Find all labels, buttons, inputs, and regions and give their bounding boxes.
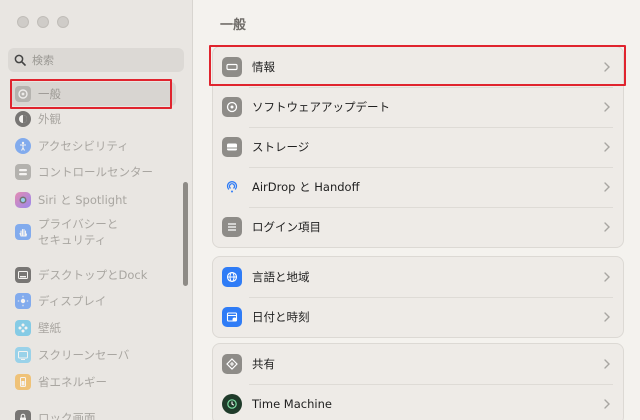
accessibility-icon	[15, 138, 31, 154]
sidebar-item-accessibility[interactable]: アクセシビリティ	[10, 134, 176, 158]
sidebar-item-label: デスクトップとDock	[38, 268, 148, 282]
minimize-window-button[interactable]	[37, 16, 49, 28]
row-storage[interactable]: ストレージ	[213, 127, 623, 167]
sharing-icon	[222, 354, 242, 374]
window-controls	[17, 16, 69, 28]
sidebar-item-screensaver[interactable]: スクリーンセーバ	[10, 343, 176, 367]
row-sharing[interactable]: 共有	[213, 344, 623, 384]
lock-icon	[15, 410, 31, 420]
row-label: ストレージ	[252, 140, 310, 154]
chevron-right-icon	[604, 182, 610, 192]
row-airdrop-handoff[interactable]: AirDrop と Handoff	[213, 167, 623, 207]
chevron-right-icon	[604, 312, 610, 322]
about-icon	[222, 57, 242, 77]
sidebar-item-lock-screen[interactable]: ロック画面	[10, 406, 176, 420]
calendar-clock-icon	[222, 307, 242, 327]
row-label: 言語と地域	[252, 270, 310, 284]
sidebar-item-control-center[interactable]: コントロールセンター	[10, 160, 176, 184]
sidebar-item-siri-spotlight[interactable]: Siri と Spotlight	[10, 188, 176, 212]
sidebar-item-wallpaper[interactable]: 壁紙	[10, 316, 176, 340]
sidebar-item-label: ロック画面	[38, 411, 96, 420]
settings-group-sharing: 共有 Time Machine	[212, 343, 624, 420]
siri-icon	[15, 192, 31, 208]
row-login-items[interactable]: ログイン項目	[213, 207, 623, 247]
sidebar-item-label: アクセシビリティ	[38, 139, 129, 153]
chevron-right-icon	[604, 102, 610, 112]
search-field[interactable]	[8, 48, 184, 72]
row-date-time[interactable]: 日付と時刻	[213, 297, 623, 337]
row-label: AirDrop と Handoff	[252, 180, 360, 194]
zoom-window-button[interactable]	[57, 16, 69, 28]
sidebar-item-label: Siri と Spotlight	[38, 193, 127, 207]
globe-icon	[222, 267, 242, 287]
sidebar-item-privacy-security[interactable]: プライバシーと セキュリティ	[10, 214, 176, 250]
screensaver-icon	[15, 347, 31, 363]
settings-group-region: 言語と地域 日付と時刻	[212, 256, 624, 338]
wallpaper-icon	[15, 320, 31, 336]
display-icon	[15, 293, 31, 309]
row-label: 日付と時刻	[252, 310, 310, 324]
sidebar-item-label: コントロールセンター	[38, 165, 153, 179]
sidebar-item-label: スクリーンセーバ	[38, 348, 130, 362]
sidebar-item-label: 壁紙	[38, 321, 61, 335]
sidebar-item-appearance[interactable]: 外観	[10, 107, 176, 131]
sidebar-item-display[interactable]: ディスプレイ	[10, 289, 176, 313]
dock-icon	[15, 267, 31, 283]
row-about[interactable]: 情報	[213, 47, 623, 87]
battery-icon	[15, 374, 31, 390]
chevron-right-icon	[604, 62, 610, 72]
airdrop-icon	[222, 177, 242, 197]
chevron-right-icon	[604, 222, 610, 232]
row-label: 情報	[252, 60, 275, 74]
login-items-icon	[222, 217, 242, 237]
storage-icon	[222, 137, 242, 157]
row-label: ログイン項目	[252, 220, 321, 234]
chevron-right-icon	[604, 142, 610, 152]
row-label: 共有	[252, 357, 275, 371]
settings-group-system: 情報 ソフトウェアアップデート ストレージ AirDrop と Handoff …	[212, 46, 624, 248]
sidebar-item-label: 省エネルギー	[38, 375, 107, 389]
gear-icon	[15, 86, 31, 102]
sidebar-item-desktop-dock[interactable]: デスクトップとDock	[10, 263, 176, 287]
row-label: ソフトウェアアップデート	[252, 100, 390, 114]
appearance-icon	[15, 111, 31, 127]
row-label: Time Machine	[252, 397, 332, 411]
hand-icon	[15, 224, 31, 240]
sidebar-item-label: 一般	[38, 87, 61, 101]
chevron-right-icon	[604, 399, 610, 409]
sidebar-item-label-line1: プライバシーと	[38, 217, 119, 231]
chevron-right-icon	[604, 359, 610, 369]
sidebar-scrollbar[interactable]	[183, 182, 188, 286]
time-machine-icon	[222, 394, 242, 414]
row-language-region[interactable]: 言語と地域	[213, 257, 623, 297]
close-window-button[interactable]	[17, 16, 29, 28]
control-center-icon	[15, 164, 31, 180]
page-title: 一般	[220, 18, 247, 33]
sidebar-item-label: ディスプレイ	[38, 294, 107, 308]
search-input[interactable]	[32, 53, 172, 67]
sidebar-item-label: プライバシーと セキュリティ	[38, 216, 118, 248]
chevron-right-icon	[604, 272, 610, 282]
search-icon	[14, 54, 26, 66]
software-update-icon	[222, 97, 242, 117]
row-time-machine[interactable]: Time Machine	[213, 384, 623, 420]
row-software-update[interactable]: ソフトウェアアップデート	[213, 87, 623, 127]
sidebar-item-label: 外観	[38, 112, 61, 126]
sidebar-item-general[interactable]: 一般	[10, 82, 176, 106]
sidebar-item-label-line2: セキュリティ	[38, 233, 107, 247]
sidebar-item-energy-saver[interactable]: 省エネルギー	[10, 370, 176, 394]
sidebar: 一般 外観 アクセシビリティ コントロールセンター Siri と Spotlig…	[0, 0, 193, 420]
